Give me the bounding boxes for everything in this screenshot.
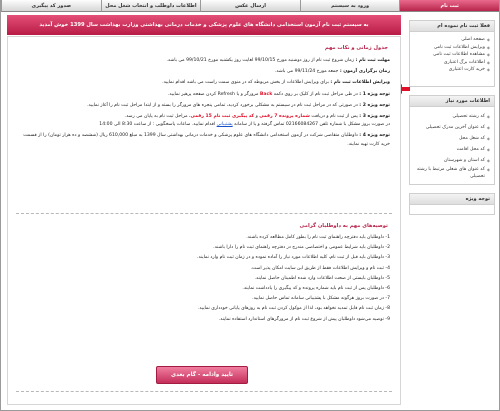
notes-title: توصیه‌های مهم به داوطلبان گرامی [299,223,388,229]
sidebar-item-province-code[interactable]: ◆ کد استان و شهرستان [414,155,490,166]
special-note-1: توجه ویژه 1 : در طی مراحل ثبت نام از کلی… [167,91,390,97]
main-content: جدول زمانی و نکات مهم مهلت ثبت نام : زما… [7,36,401,405]
bullet-icon: ◆ [486,113,490,119]
bullet-icon: ◆ [486,124,490,130]
sidebar-item-buy-card[interactable]: ◆ خرید کارت اعتباری [414,66,490,74]
note-box: توجه ویژه [409,192,495,215]
tab-send-photo[interactable]: ارسال عکس [200,0,300,12]
confirm-next-button[interactable]: تایید وادامه - گام بعدی [156,366,248,384]
bullet-icon: ◆ [486,166,490,172]
info-box: اطلاعات مورد نیاز ◆ کد رشته تحصیلی ◆ کد عن… [409,94,495,185]
note-item: 7- در صورت بروز هرگونه مشکل با پشتیبانی … [252,296,390,302]
tab-applicant-info[interactable]: اطلاعات داوطلب و انتخاب شغل محل [100,0,201,12]
bullet-icon: ◆ [486,59,490,65]
notes-list: 1- داوطلبان باید دفترچه راهنمای ثبت نام … [18,233,390,325]
note-item: 4- ثبت نام و ویرایش اطلاعات فقط از طریق … [250,265,391,271]
schedule-title: جدول زمانی و نکات مهم [324,45,388,51]
note-item: 2- داوطلبان باید شرایط عمومی و اختصاصی م… [213,245,390,251]
divider [16,391,392,392]
sidebar-item-edit-info[interactable]: ◆ ویرایش اطلاعات ثبت نامی [414,44,490,52]
bullet-icon: ◆ [486,52,490,57]
sidebar-item-job-code[interactable]: ◆ کد شغل محل [414,133,490,144]
sidebar-item-home[interactable]: ◆ صفحه اصلی [414,36,490,44]
sidebar-item-degree-code[interactable]: ◆ کد عنوان آخرین مدرک تحصیلی [414,122,490,133]
note-item: 1- داوطلبان باید دفترچه راهنمای ثبت نام … [246,235,390,240]
tab-register[interactable]: ثبت نام [399,0,499,12]
sidebar: فعلا ثبت نام نموده ام ◆ صفحه اصلی ◆ ویرایش… [396,20,495,215]
sidebar-item-related-jobs-code[interactable]: ◆ کد عنوان های شغلی مرتبط با رشته تحصیلی [414,166,490,180]
bullet-icon: ◆ [486,135,490,141]
info-title: اطلاعات مورد نیاز [410,95,494,107]
bullet-icon: ◆ [486,146,490,152]
tab-tracking-code[interactable]: صدور کد پیگیری [1,0,101,12]
sidebar-item-field-code[interactable]: ◆ کد رشته تحصیلی [414,111,490,122]
bullet-icon: ◆ [486,67,490,72]
sidebar-item-view-info[interactable]: ◆ مشاهده اطلاعات ثبت نامی [414,51,490,59]
schedule-paragraphs: مهلت ثبت نام : زمان شروع ثبت نام از روز … [18,57,390,149]
bullet-icon: ◆ [486,37,490,42]
note-title: توجه ویژه [410,193,494,205]
exam-date: زمان برگزاری آزمون : جمعه مورخ 99/11/24 … [274,69,390,75]
special-note-4: توجه ویژه 4 : داوطلبان متقاضی شرکت در آز… [23,133,390,147]
edit-info-note: ویرایش اطلاعات ثبت نام : برای ویرایش اطل… [162,80,390,86]
note-item: 8- زمان ثبت نام قابل تمدید نخواهد بود، ل… [197,306,390,312]
support-contact: در صورت بروز مشکل با شماره تلفن 02166084… [99,122,390,128]
note-item: 6- داوطلبان پس از ثبت نام باید شماره پرو… [242,286,390,292]
special-note-3: توجه ویژه 3 : پس از ثبت نام و دریافت شما… [124,114,390,120]
note-item: 3- داوطلبان باید قبل از ثبت نام، کلیه اط… [197,255,390,261]
sidebar-item-credit-info[interactable]: ◆ اطلاعات برگ اعتباری [414,59,490,67]
sidebar-item-residence-code[interactable]: ◆ کد محل اقامت [414,144,490,155]
note-item: 9- توصیه می‌شود داوطلبان پیش از شروع ثبت… [218,316,390,322]
steps-box: فعلا ثبت نام نموده ام ◆ صفحه اصلی ◆ ویرایش… [396,20,495,94]
top-tabs: ثبت نام ورود به سیستم ارسال عکس اطلاعات … [1,0,499,12]
welcome-banner: به سیستم ثبت نام آزمون استخدامی دانشگاه … [7,15,401,35]
note-item: 5- داوطلبان بایستی از صحت اطلاعات وارد ش… [254,275,390,281]
registration-deadline: مهلت ثبت نام : زمان شروع ثبت نام از روز … [166,58,390,63]
steps-title: فعلا ثبت نام نموده ام [410,21,494,32]
support-link[interactable]: پشتیبانی [217,122,233,127]
bullet-icon: ◆ [486,157,490,163]
bullet-icon: ◆ [486,44,490,50]
special-note-2: توجه ویژه 2 : در صورتی که در مراحل ثبت ن… [87,102,390,108]
tab-login[interactable]: ورود به سیستم [299,0,400,12]
divider [16,213,392,214]
